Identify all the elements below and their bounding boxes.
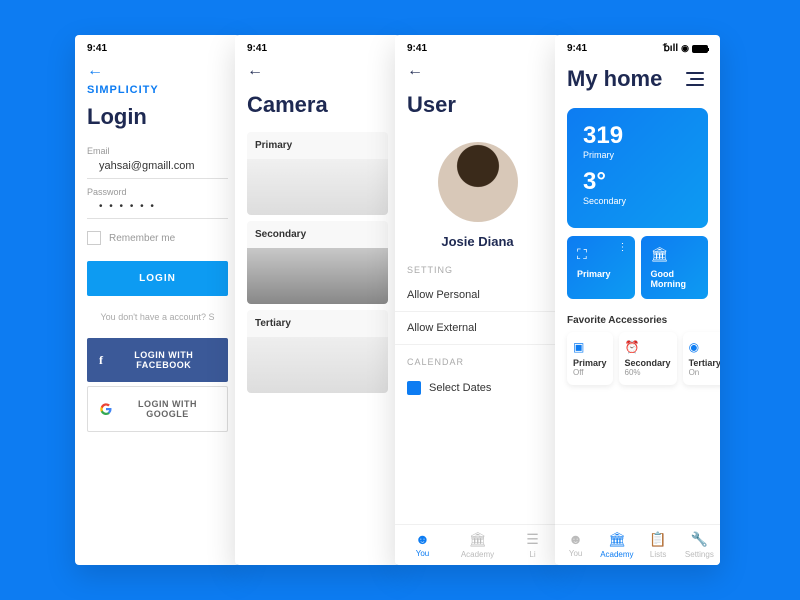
camera-image bbox=[247, 159, 388, 215]
status-time: 9:41 bbox=[567, 43, 587, 54]
stat-secondary-label: Secondary bbox=[583, 196, 692, 206]
user-icon: ☻ bbox=[395, 531, 450, 547]
stat-secondary-value: 3° bbox=[583, 168, 692, 196]
status-bar: 9:41 bbox=[75, 35, 240, 58]
home-screen: 9:41 ␢ıll ◉ My home 319 Primary 3° Secon… bbox=[555, 35, 720, 565]
fav-tile-tertiary[interactable]: ◉ Tertiary On bbox=[683, 332, 720, 385]
tile-label: Primary bbox=[577, 269, 625, 279]
camera-card-secondary[interactable]: Secondary bbox=[247, 221, 388, 304]
page-title: Camera bbox=[235, 84, 400, 126]
card-label: Primary bbox=[247, 132, 388, 159]
page-title: My home bbox=[567, 62, 662, 96]
fav-tile-primary[interactable]: ▣ Primary Off bbox=[567, 332, 613, 385]
page-title: User bbox=[395, 84, 560, 126]
fb-button-label: LOGIN WITH FACEBOOK bbox=[112, 350, 217, 370]
status-icons: ␢ıll ◉ bbox=[663, 43, 708, 54]
calendar-section-label: CALENDAR bbox=[395, 345, 560, 371]
status-time: 9:41 bbox=[247, 43, 267, 54]
camera-screen: 9:41 ← Camera Primary Secondary Tertiary bbox=[235, 35, 400, 565]
status-bar: 9:41 bbox=[395, 35, 560, 58]
status-bar: 9:41 bbox=[235, 35, 400, 58]
password-field[interactable]: • • • • • • bbox=[87, 199, 228, 219]
card-label: Tertiary bbox=[247, 310, 388, 337]
person-icon: ◉ bbox=[689, 340, 720, 354]
battery-icon bbox=[692, 45, 708, 53]
user-screen: 9:41 ← User Josie Diana SETTING Allow Pe… bbox=[395, 35, 560, 565]
password-label: Password bbox=[75, 179, 240, 199]
tile-good-morning[interactable]: 🏛 Good Morning bbox=[641, 236, 709, 299]
checkbox-icon[interactable] bbox=[87, 231, 101, 245]
back-button[interactable]: ← bbox=[75, 58, 240, 84]
facebook-icon: f bbox=[99, 353, 104, 368]
tab-you[interactable]: ☻You bbox=[555, 531, 596, 559]
remember-me-label: Remember me bbox=[109, 233, 175, 244]
allow-external-item[interactable]: Allow External bbox=[395, 312, 560, 345]
allow-personal-item[interactable]: Allow Personal bbox=[395, 279, 560, 312]
remember-me-row[interactable]: Remember me bbox=[75, 219, 240, 257]
stat-primary-label: Primary bbox=[583, 150, 692, 160]
building-icon: 🏛 bbox=[596, 531, 637, 548]
favorites-label: Favorite Accessories bbox=[555, 305, 720, 332]
tab-academy[interactable]: 🏛Academy bbox=[596, 531, 637, 559]
tab-you[interactable]: ☻You bbox=[395, 531, 450, 559]
list-icon: ☰ bbox=[505, 531, 560, 548]
building-icon: 🏛 bbox=[450, 531, 505, 548]
fav-title: Secondary bbox=[625, 358, 671, 368]
calendar-icon bbox=[407, 381, 421, 395]
tab-bar: ☻You 🏛Academy ☰Li bbox=[395, 524, 560, 565]
tile-menu-icon[interactable]: ⋮ bbox=[618, 242, 627, 253]
list-icon: 📋 bbox=[638, 531, 679, 548]
camera-card-primary[interactable]: Primary bbox=[247, 132, 388, 215]
fav-status: 60% bbox=[625, 368, 671, 377]
login-button[interactable]: LOGIN bbox=[87, 261, 228, 296]
fav-title: Tertiary bbox=[689, 358, 720, 368]
tile-primary[interactable]: ⋮ ⛶ Primary bbox=[567, 236, 635, 299]
signal-icon: ␢ıll bbox=[663, 43, 678, 54]
login-screen: 9:41 ← SIMPLICITY Login Email yahsai@gma… bbox=[75, 35, 240, 565]
facebook-login-button[interactable]: f LOGIN WITH FACEBOOK bbox=[87, 338, 228, 382]
tab-lists[interactable]: 📋Lists bbox=[638, 531, 679, 559]
tab-lists[interactable]: ☰Li bbox=[505, 531, 560, 559]
camera-image bbox=[247, 248, 388, 304]
select-dates-item[interactable]: Select Dates bbox=[395, 371, 560, 405]
setting-section-label: SETTING bbox=[395, 253, 560, 279]
tab-settings[interactable]: 🔧Settings bbox=[679, 531, 720, 559]
user-avatar[interactable] bbox=[438, 142, 518, 222]
fav-tile-secondary[interactable]: ⏰ Secondary 60% bbox=[619, 332, 677, 385]
wallet-icon: ▣ bbox=[573, 340, 607, 354]
tab-bar: ☻You 🏛Academy 📋Lists 🔧Settings bbox=[555, 524, 720, 565]
card-label: Secondary bbox=[247, 221, 388, 248]
status-time: 9:41 bbox=[407, 43, 427, 54]
tab-academy[interactable]: 🏛Academy bbox=[450, 531, 505, 559]
clock-icon: ⏰ bbox=[625, 340, 671, 354]
tile-label: Good Morning bbox=[651, 269, 699, 289]
camera-image bbox=[247, 337, 388, 393]
email-field[interactable]: yahsai@gmaill.com bbox=[87, 158, 228, 179]
user-name: Josie Diana bbox=[395, 230, 560, 253]
back-button[interactable]: ← bbox=[395, 58, 560, 84]
google-button-label: LOGIN WITH GOOGLE bbox=[120, 399, 215, 419]
wrench-icon: 🔧 bbox=[679, 531, 720, 548]
stats-card[interactable]: 319 Primary 3° Secondary bbox=[567, 108, 708, 228]
status-bar: 9:41 ␢ıll ◉ bbox=[555, 35, 720, 58]
status-time: 9:41 bbox=[87, 43, 107, 54]
no-account-text[interactable]: You don't have a account? S bbox=[75, 300, 240, 334]
camera-card-tertiary[interactable]: Tertiary bbox=[247, 310, 388, 393]
brand-label: SIMPLICITY bbox=[75, 84, 240, 96]
fav-status: Off bbox=[573, 368, 607, 377]
user-icon: ☻ bbox=[555, 531, 596, 547]
back-button[interactable]: ← bbox=[235, 58, 400, 84]
email-label: Email bbox=[75, 138, 240, 158]
select-dates-label: Select Dates bbox=[429, 382, 491, 394]
page-title: Login bbox=[75, 96, 240, 138]
menu-button[interactable] bbox=[682, 68, 708, 90]
stat-primary-value: 319 bbox=[583, 122, 692, 150]
fav-title: Primary bbox=[573, 358, 607, 368]
fav-status: On bbox=[689, 368, 720, 377]
google-icon bbox=[100, 403, 112, 415]
building-icon: 🏛 bbox=[651, 246, 699, 263]
google-login-button[interactable]: LOGIN WITH GOOGLE bbox=[87, 386, 228, 432]
wifi-icon: ◉ bbox=[681, 43, 689, 54]
